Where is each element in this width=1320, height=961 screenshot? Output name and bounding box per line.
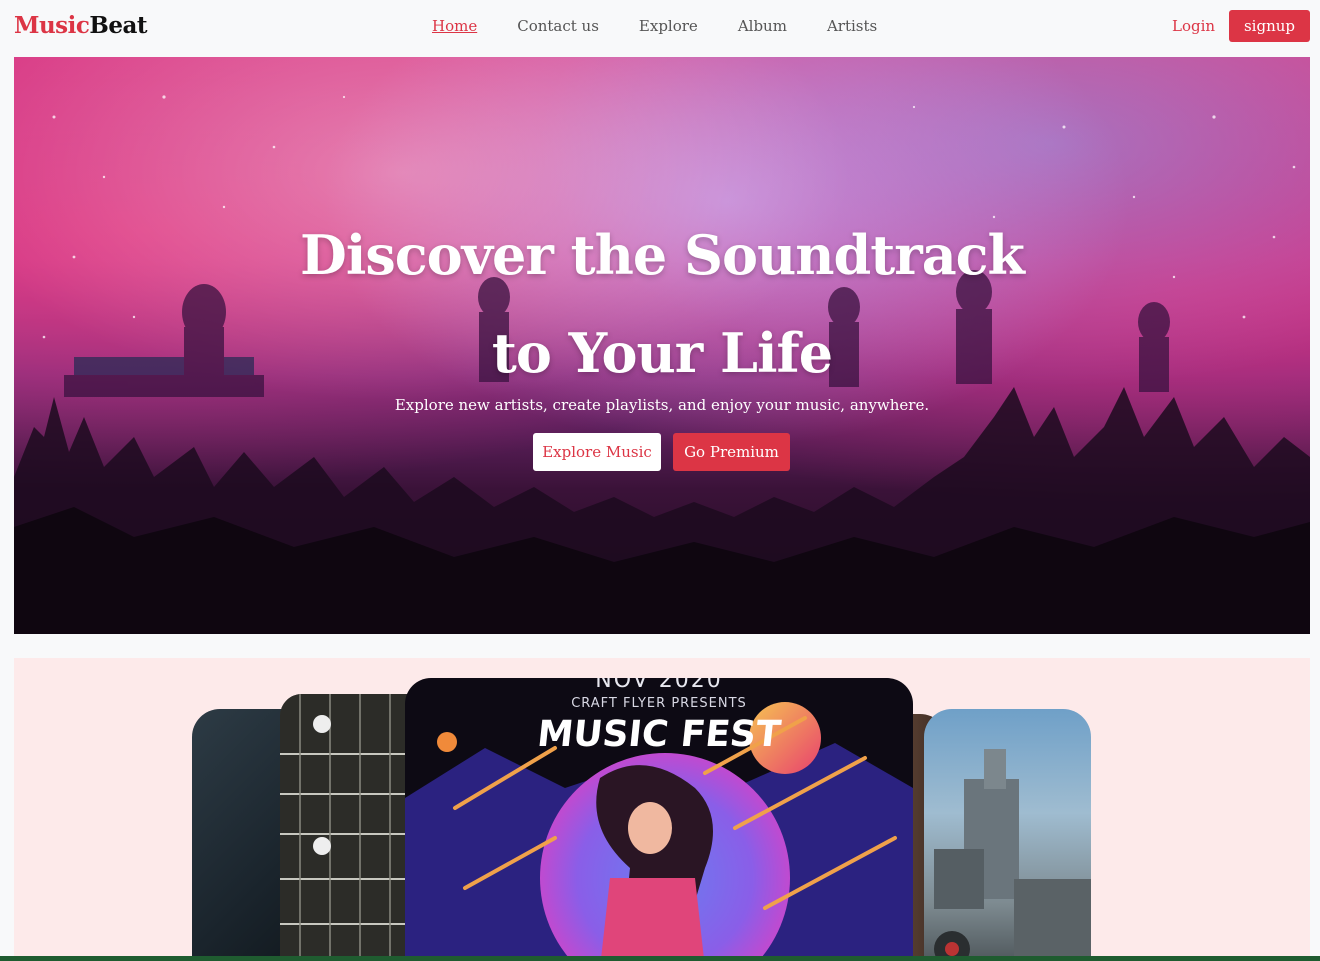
flyer-presents: CRAFT FLYER PRESENTS bbox=[571, 696, 747, 711]
album-card-city[interactable] bbox=[924, 709, 1091, 961]
navbar: MusicBeat Home Contact us Explore Album … bbox=[0, 0, 1320, 56]
signup-button[interactable]: signup bbox=[1229, 10, 1310, 42]
album-carousel: NOV 2020 CRAFT FLYER PRESENTS MUSIC FEST bbox=[14, 658, 1310, 961]
city-ruins-image bbox=[934, 749, 1091, 961]
brand-part-beat: Beat bbox=[89, 12, 147, 39]
flyer-date: NOV 2020 bbox=[595, 678, 723, 693]
flyer-title: MUSIC FEST bbox=[535, 714, 783, 755]
hero-banner: Discover the Soundtrack to Your Life Exp… bbox=[14, 57, 1310, 634]
explore-music-button[interactable]: Explore Music bbox=[533, 433, 661, 471]
nav-link-home[interactable]: Home bbox=[432, 17, 477, 35]
music-fest-flyer[interactable]: NOV 2020 CRAFT FLYER PRESENTS MUSIC FEST bbox=[405, 678, 913, 961]
nav-link-artists[interactable]: Artists bbox=[827, 17, 877, 35]
brand-logo[interactable]: MusicBeat bbox=[14, 12, 147, 39]
go-premium-button[interactable]: Go Premium bbox=[673, 433, 790, 471]
nav-link-explore[interactable]: Explore bbox=[639, 17, 698, 35]
hero-title-line-2: to Your Life bbox=[491, 321, 833, 385]
main-nav: Home Contact us Explore Album Artists bbox=[432, 17, 917, 35]
hero-subtitle: Explore new artists, create playlists, a… bbox=[394, 396, 930, 414]
nav-link-contact[interactable]: Contact us bbox=[517, 17, 599, 35]
brand-part-music: Music bbox=[14, 12, 90, 39]
page-bottom-bar bbox=[0, 956, 1320, 961]
nav-link-album[interactable]: Album bbox=[738, 17, 787, 35]
hero-title-line-1: Discover the Soundtrack bbox=[300, 223, 1025, 287]
login-link[interactable]: Login bbox=[1172, 17, 1215, 35]
